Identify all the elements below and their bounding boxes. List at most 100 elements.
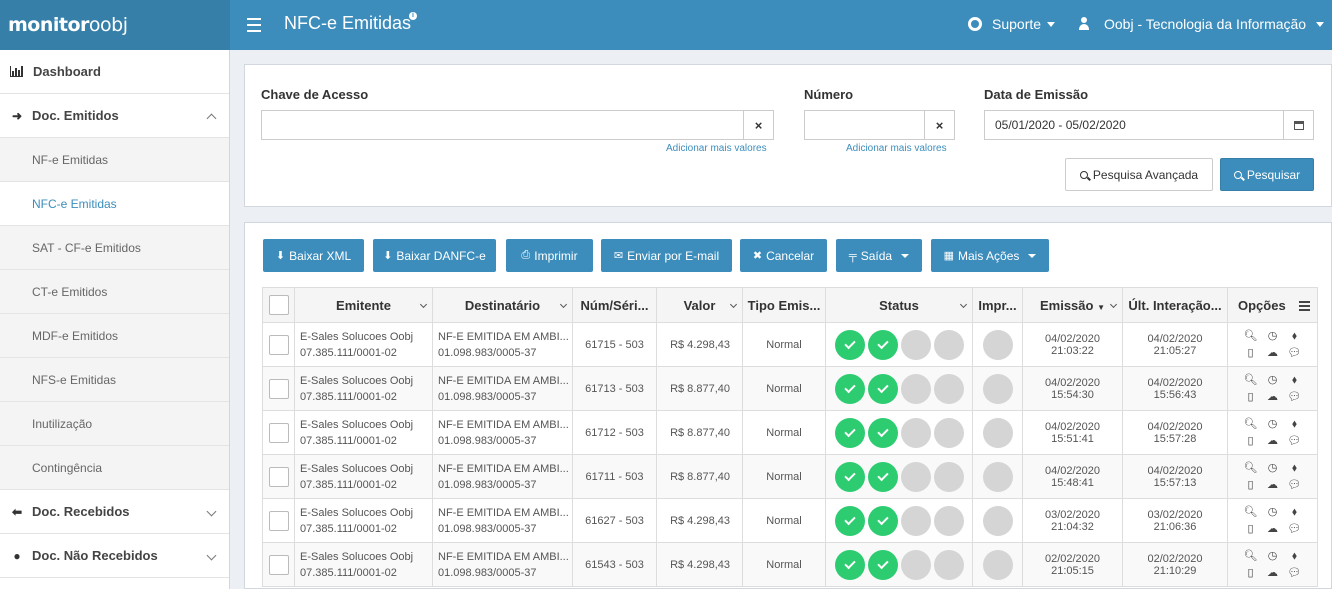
print-status-icon[interactable] bbox=[982, 373, 1013, 404]
status-pending-icon[interactable] bbox=[901, 417, 931, 448]
sidebar-item-nfce[interactable]: NFC-e Emitidas bbox=[0, 182, 229, 226]
search-icon[interactable]: 🔍︎ bbox=[1240, 373, 1262, 387]
cloud-download-icon[interactable]: ☁ bbox=[1262, 346, 1284, 360]
print-status-icon[interactable] bbox=[982, 329, 1013, 360]
print-button[interactable]: ⎙ Imprimir bbox=[506, 239, 593, 272]
clock-icon[interactable]: ◷ bbox=[1262, 417, 1284, 431]
chave-add-more-link[interactable]: Adicionar mais valores bbox=[666, 143, 767, 154]
logo[interactable]: monitor oobj bbox=[0, 0, 230, 50]
calendar-button[interactable] bbox=[1283, 110, 1314, 140]
comment-icon[interactable]: 💬︎ bbox=[1284, 566, 1306, 580]
status-authorized-icon[interactable] bbox=[835, 329, 865, 360]
status-pending-icon[interactable] bbox=[934, 549, 964, 580]
select-all-checkbox[interactable] bbox=[268, 295, 289, 315]
status-authorized-icon[interactable] bbox=[835, 373, 865, 404]
saida-dropdown[interactable]: ╤ Saída bbox=[836, 239, 922, 272]
cloud-download-icon[interactable]: ☁ bbox=[1262, 522, 1284, 536]
search-button[interactable]: Pesquisar bbox=[1220, 158, 1314, 191]
numero-clear-button[interactable]: × bbox=[924, 110, 955, 140]
comment-icon[interactable]: 💬︎ bbox=[1284, 346, 1306, 360]
chave-clear-button[interactable]: × bbox=[743, 110, 774, 140]
header-status[interactable]: Status bbox=[825, 287, 973, 323]
status-pending-icon[interactable] bbox=[934, 417, 964, 448]
download-danfce-button[interactable]: ⬇ Baixar DANFC-e bbox=[373, 239, 496, 272]
header-tipo-emissao[interactable]: Tipo Emis... bbox=[742, 287, 826, 323]
status-authorized-icon[interactable] bbox=[835, 505, 865, 536]
cloud-download-icon[interactable]: ☁ bbox=[1262, 566, 1284, 580]
search-icon[interactable]: 🔍︎ bbox=[1240, 549, 1262, 563]
tag-icon[interactable]: ⬧ bbox=[1284, 329, 1306, 343]
numero-input[interactable] bbox=[804, 110, 925, 140]
row-checkbox[interactable] bbox=[268, 378, 289, 399]
status-authorized-icon[interactable] bbox=[835, 549, 865, 580]
comment-icon[interactable]: 💬︎ bbox=[1284, 434, 1306, 448]
sidebar-item-cte[interactable]: CT-e Emitidos bbox=[0, 270, 229, 314]
row-checkbox[interactable] bbox=[268, 422, 289, 443]
status-pending-icon[interactable] bbox=[934, 373, 964, 404]
table-row[interactable]: E-Sales Solucoes Oobj 07.385.111/0001-02 … bbox=[262, 454, 1318, 499]
search-icon[interactable]: 🔍︎ bbox=[1240, 417, 1262, 431]
tag-icon[interactable]: ⬧ bbox=[1284, 505, 1306, 519]
status-confirmed-icon[interactable] bbox=[868, 505, 898, 536]
chave-input[interactable] bbox=[261, 110, 744, 140]
status-pending-icon[interactable] bbox=[901, 549, 931, 580]
sidebar-item-doc-nao-recebidos[interactable]: ● Doc. Não Recebidos bbox=[0, 534, 229, 578]
row-checkbox[interactable] bbox=[268, 466, 289, 487]
row-checkbox[interactable] bbox=[268, 554, 289, 575]
status-pending-icon[interactable] bbox=[901, 329, 931, 360]
status-confirmed-icon[interactable] bbox=[868, 461, 898, 492]
map-icon[interactable]: ▯ bbox=[1240, 434, 1262, 448]
status-pending-icon[interactable] bbox=[901, 505, 931, 536]
status-confirmed-icon[interactable] bbox=[868, 417, 898, 448]
sidebar-item-nfe[interactable]: NF-e Emitidas bbox=[0, 138, 229, 182]
header-destinatario[interactable]: Destinatário bbox=[432, 287, 573, 323]
clock-icon[interactable]: ◷ bbox=[1262, 549, 1284, 563]
cloud-download-icon[interactable]: ☁ bbox=[1262, 478, 1284, 492]
sidebar-item-doc-recebidos[interactable]: ⬅ Doc. Recebidos bbox=[0, 490, 229, 534]
status-pending-icon[interactable] bbox=[934, 329, 964, 360]
status-confirmed-icon[interactable] bbox=[868, 549, 898, 580]
header-impressao[interactable]: Impr... bbox=[972, 287, 1023, 323]
status-confirmed-icon[interactable] bbox=[868, 329, 898, 360]
tag-icon[interactable]: ⬧ bbox=[1284, 373, 1306, 387]
data-emissao-input[interactable]: 05/01/2020 - 05/02/2020 bbox=[984, 110, 1284, 140]
print-status-icon[interactable] bbox=[982, 417, 1013, 448]
print-status-icon[interactable] bbox=[982, 505, 1013, 536]
table-row[interactable]: E-Sales Solucoes Oobj 07.385.111/0001-02 … bbox=[262, 410, 1318, 455]
map-icon[interactable]: ▯ bbox=[1240, 346, 1262, 360]
header-ultima-interacao[interactable]: Últ. Interação... bbox=[1122, 287, 1228, 323]
tag-icon[interactable]: ⬧ bbox=[1284, 549, 1306, 563]
map-icon[interactable]: ▯ bbox=[1240, 522, 1262, 536]
column-menu-icon[interactable] bbox=[1299, 301, 1310, 313]
more-actions-dropdown[interactable]: ▦ Mais Ações bbox=[931, 239, 1049, 272]
search-icon[interactable]: 🔍︎ bbox=[1240, 329, 1262, 343]
info-icon[interactable]: i bbox=[409, 12, 417, 20]
status-pending-icon[interactable] bbox=[901, 373, 931, 404]
sidebar-item-doc-emitidos[interactable]: ➜ Doc. Emitidos bbox=[0, 94, 229, 138]
table-row[interactable]: E-Sales Solucoes Oobj 07.385.111/0001-02 … bbox=[262, 498, 1318, 543]
sidebar-item-sat[interactable]: SAT - CF-e Emitidos bbox=[0, 226, 229, 270]
search-icon[interactable]: 🔍︎ bbox=[1240, 505, 1262, 519]
status-authorized-icon[interactable] bbox=[835, 461, 865, 492]
sidebar-item-inutilizacao[interactable]: Inutilização bbox=[0, 402, 229, 446]
table-row[interactable]: E-Sales Solucoes Oobj 07.385.111/0001-02 … bbox=[262, 366, 1318, 411]
search-icon[interactable]: 🔍︎ bbox=[1240, 461, 1262, 475]
tag-icon[interactable]: ⬧ bbox=[1284, 417, 1306, 431]
support-menu[interactable]: Suporte bbox=[968, 16, 1056, 32]
status-pending-icon[interactable] bbox=[934, 461, 964, 492]
user-menu[interactable]: Oobj - Tecnologia da Informação bbox=[1078, 16, 1325, 32]
download-xml-button[interactable]: ⬇ Baixar XML bbox=[263, 239, 364, 272]
row-checkbox[interactable] bbox=[268, 510, 289, 531]
menu-toggle-icon[interactable] bbox=[247, 14, 261, 34]
sidebar-item-mdfe[interactable]: MDF-e Emitidos bbox=[0, 314, 229, 358]
comment-icon[interactable]: 💬︎ bbox=[1284, 522, 1306, 536]
table-row[interactable]: E-Sales Solucoes Oobj 07.385.111/0001-02 … bbox=[262, 322, 1318, 367]
advanced-search-button[interactable]: Pesquisa Avançada bbox=[1065, 158, 1213, 191]
sidebar-item-nfse[interactable]: NFS-e Emitidas bbox=[0, 358, 229, 402]
map-icon[interactable]: ▯ bbox=[1240, 390, 1262, 404]
cancel-button[interactable]: ✖ Cancelar bbox=[740, 239, 827, 272]
clock-icon[interactable]: ◷ bbox=[1262, 373, 1284, 387]
status-pending-icon[interactable] bbox=[934, 505, 964, 536]
clock-icon[interactable]: ◷ bbox=[1262, 461, 1284, 475]
cloud-download-icon[interactable]: ☁ bbox=[1262, 434, 1284, 448]
